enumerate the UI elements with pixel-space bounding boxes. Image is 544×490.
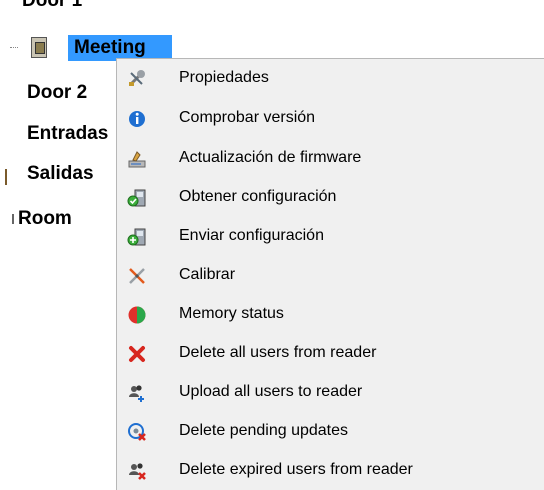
door-device-icon bbox=[31, 37, 47, 58]
menu-item-label: Comprobar versión bbox=[179, 109, 316, 126]
delete-pending-icon bbox=[127, 422, 147, 442]
menu-item-delete-pending-updates[interactable]: Delete pending updates bbox=[117, 412, 544, 450]
memory-status-icon bbox=[127, 305, 147, 325]
menu-item-upload-all-users[interactable]: Upload all users to reader bbox=[117, 373, 544, 411]
tree-connector-line bbox=[12, 214, 14, 224]
menu-item-label: Enviar configuración bbox=[179, 227, 324, 244]
menu-item-label: Actualización de firmware bbox=[179, 149, 362, 166]
menu-item-label: Delete pending updates bbox=[179, 422, 349, 439]
tree-item-salidas[interactable]: Salidas bbox=[27, 163, 94, 185]
menu-item-label: Propiedades bbox=[179, 69, 269, 86]
menu-item-label: Calibrar bbox=[179, 266, 236, 283]
tree-item-entradas[interactable]: Entradas bbox=[27, 123, 108, 145]
menu-item-enviar-configuracion[interactable]: Enviar configuración bbox=[117, 217, 544, 255]
tree-item-door-2[interactable]: Door 2 bbox=[27, 82, 87, 104]
menu-item-delete-expired-users[interactable]: Delete expired users from reader bbox=[117, 451, 544, 489]
send-config-icon bbox=[127, 227, 147, 247]
menu-item-calibrar[interactable]: Calibrar bbox=[117, 256, 544, 294]
delete-expired-users-icon bbox=[127, 461, 147, 481]
tree-connector bbox=[10, 47, 18, 48]
menu-item-obtener-configuracion[interactable]: Obtener configuración bbox=[117, 178, 544, 216]
menu-item-label: Upload all users to reader bbox=[179, 383, 363, 400]
properties-tools-icon bbox=[127, 69, 147, 89]
menu-item-actualizacion-firmware[interactable]: Actualización de firmware bbox=[117, 139, 544, 177]
menu-item-label: Obtener configuración bbox=[179, 188, 337, 205]
info-icon bbox=[127, 109, 147, 129]
tree-item-room[interactable]: Room bbox=[18, 208, 72, 230]
upload-users-icon bbox=[127, 383, 147, 403]
menu-item-label: Delete all users from reader bbox=[179, 344, 377, 361]
menu-item-label: Delete expired users from reader bbox=[179, 461, 413, 478]
menu-item-memory-status[interactable]: Memory status bbox=[117, 295, 544, 333]
get-config-icon bbox=[127, 188, 147, 208]
menu-item-delete-all-users[interactable]: Delete all users from reader bbox=[117, 334, 544, 372]
firmware-update-icon bbox=[127, 149, 147, 169]
tree-expander-line bbox=[5, 169, 11, 185]
menu-item-propiedades[interactable]: Propiedades bbox=[117, 59, 544, 97]
menu-item-comprobar-version[interactable]: Comprobar versión bbox=[117, 99, 544, 137]
menu-item-label: Memory status bbox=[179, 305, 284, 322]
delete-red-x-icon bbox=[127, 344, 147, 364]
context-menu: Propiedades Comprobar versión Actualizac… bbox=[116, 58, 544, 490]
tree-item-door-1[interactable]: Door 1 bbox=[22, 0, 82, 12]
calibrate-icon bbox=[127, 266, 147, 286]
